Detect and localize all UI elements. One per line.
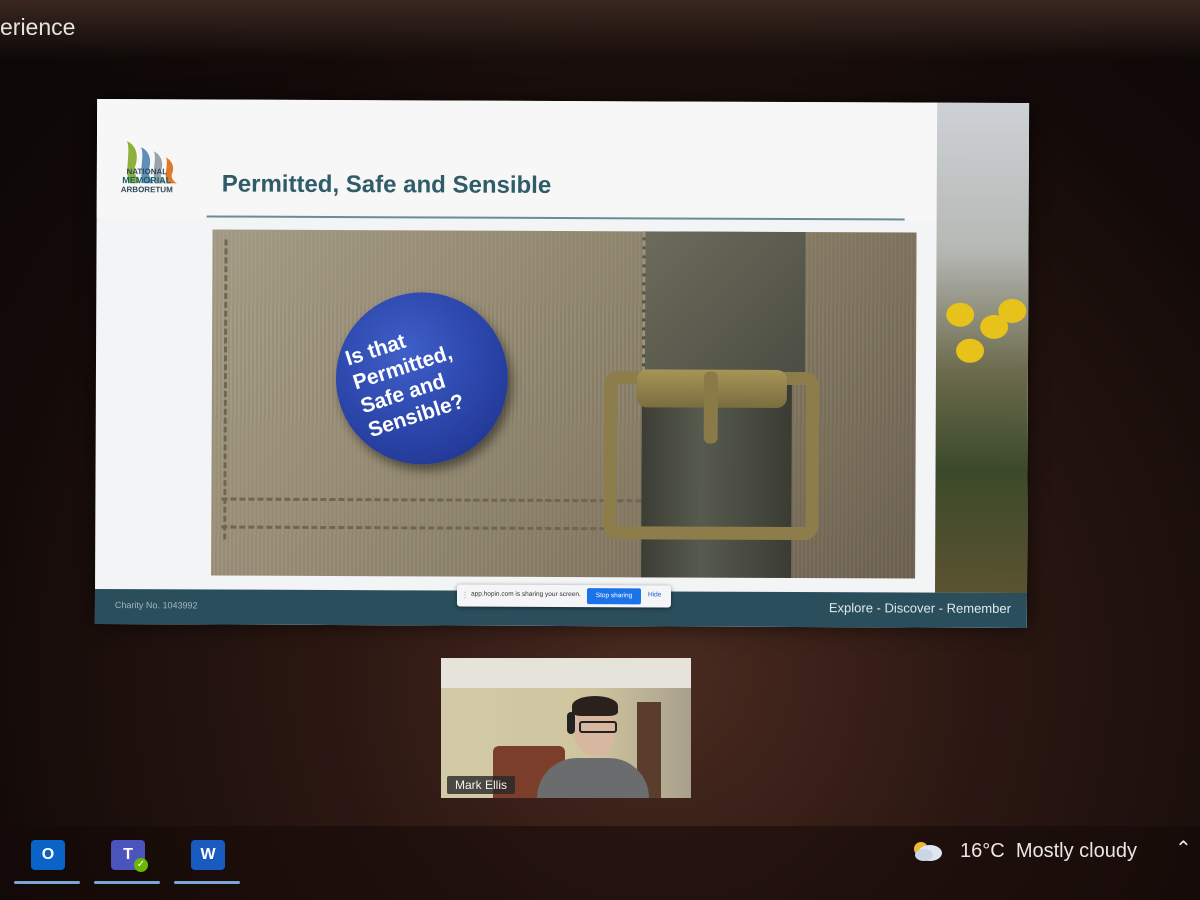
word-icon: W [191,840,225,870]
slide-header: NATIONAL MEMORIAL ARBORETUM Permitted, S… [96,98,938,221]
taskbar-word[interactable]: W [174,836,240,886]
headset-icon [567,712,575,734]
slide-tagline: Explore - Discover - Remember [828,600,1011,616]
slide-title: Permitted, Safe and Sensible [221,170,552,199]
running-indicator [94,881,160,884]
drag-handle-icon[interactable]: ⋮ [461,591,469,600]
share-message: app.hopin.com is sharing your screen. [470,590,581,599]
video-background [441,658,691,688]
stop-sharing-button[interactable]: Stop sharing [586,588,642,605]
running-indicator [14,881,80,884]
participant-body [537,758,649,798]
title-divider [206,215,905,221]
daffodil [956,338,985,363]
pin-badge: Is that Permitted, Safe and Sensible? [335,292,509,465]
window-title: erience [0,14,76,40]
logo-wordmark: NATIONAL MEMORIAL ARBORETUM [117,167,177,194]
outlook-icon: O [31,840,65,870]
temperature: 16°C [960,840,1005,862]
buckle-pin [703,371,718,444]
charity-number: Charity No. 1043992 [114,600,198,611]
weather-widget[interactable]: 16°C Mostly cloudy [960,840,1137,863]
logo-line: MEMORIAL [122,175,172,186]
running-indicator [174,881,240,884]
participant-hair [572,696,618,716]
badge-text: Is that Permitted, Safe and Sensible? [342,302,515,443]
screen-share-notification: ⋮ app.hopin.com is sharing your screen. … [456,584,672,608]
cloud-icon[interactable] [910,838,944,862]
participant-name: Mark Ellis [447,776,516,794]
daffodil-photo [935,102,1030,594]
weather-condition: Mostly cloudy [1015,840,1137,862]
taskbar: O T ✓ W [0,826,1200,900]
participant-video-tile[interactable]: Mark Ellis [441,658,691,798]
window-titlebar [0,0,1200,60]
daffodil [998,298,1027,324]
shared-slide: NATIONAL MEMORIAL ARBORETUM Permitted, S… [94,98,1030,629]
taskbar-teams[interactable]: T ✓ [94,836,160,886]
strap-flap [641,231,806,383]
glasses [579,721,617,733]
taskbar-outlook[interactable]: O [14,836,80,886]
chevron-up-icon[interactable]: ⌃ [1175,836,1192,861]
daffodil [946,302,975,327]
logo-line: ARBORETUM [120,185,173,195]
hide-link[interactable]: Hide [648,591,661,598]
status-check-icon: ✓ [134,858,148,872]
slide-photo: Is that Permitted, Safe and Sensible? [211,229,917,579]
